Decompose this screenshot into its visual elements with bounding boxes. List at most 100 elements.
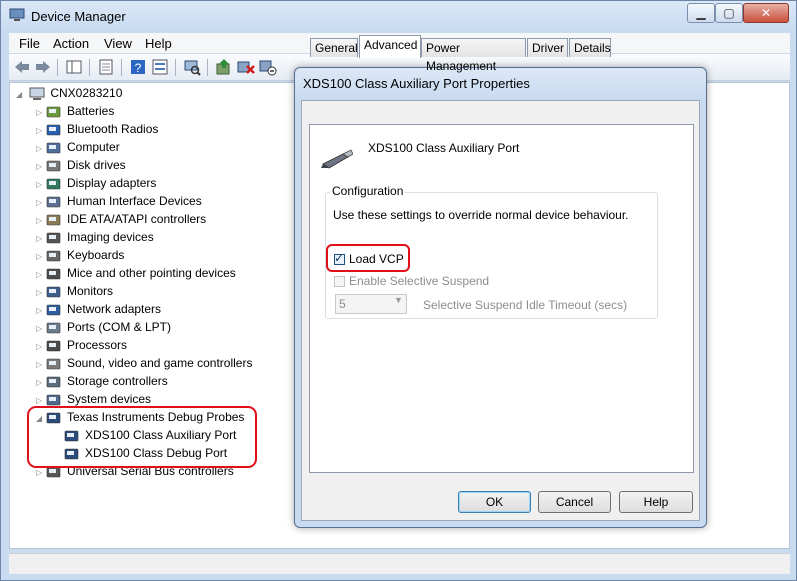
menu-action[interactable]: Action (53, 36, 89, 51)
tree-category-label: Imaging devices (67, 230, 154, 244)
tree-category[interactable]: ▷ Network adapters (36, 300, 161, 318)
tree-category[interactable]: ▷ Computer (36, 138, 120, 156)
annotation-highlight-ti-probes (27, 406, 257, 468)
tree-category-label: Monitors (67, 284, 114, 298)
tree-category[interactable]: ▷ Disk drives (36, 156, 126, 174)
tree-category-label: Sound, video and game controllers (67, 356, 253, 370)
configuration-description: Use these settings to override normal de… (333, 208, 629, 222)
configuration-group-label: Configuration (330, 184, 406, 198)
menu-view[interactable]: View (104, 36, 132, 51)
tree-root[interactable]: ◢ CNX0283210 (16, 84, 122, 102)
tree-category-label: Human Interface Devices (67, 194, 202, 208)
tree-category[interactable]: ▷ Processors (36, 336, 127, 354)
tree-category-label: Computer (67, 140, 120, 154)
tree-category-label: System devices (67, 392, 152, 406)
tree-category[interactable]: ▷ Monitors (36, 282, 113, 300)
speaker-icon (46, 357, 62, 371)
keyboard-icon (46, 249, 62, 263)
network-icon (46, 303, 62, 317)
tab-details[interactable]: Details (569, 38, 611, 57)
show-hide-console-tree-icon[interactable] (65, 58, 83, 76)
storage-icon (46, 375, 62, 389)
disable-device-icon[interactable] (259, 58, 277, 76)
menu-help[interactable]: Help (145, 36, 172, 51)
annotation-highlight-load-vcp (326, 244, 410, 272)
chevron-down-icon: ▼ (394, 295, 403, 305)
scan-hardware-icon[interactable] (183, 58, 201, 76)
tree-category[interactable]: ▷ Mice and other pointing devices (36, 264, 236, 282)
help-button[interactable]: Help (619, 491, 693, 513)
dialog-title: XDS100 Class Auxiliary Port Properties (303, 76, 530, 91)
tab-driver[interactable]: Driver (527, 38, 568, 57)
tab-advanced[interactable]: Advanced (359, 35, 421, 58)
update-driver-icon[interactable] (215, 58, 233, 76)
tree-category[interactable]: ▷ IDE ATA/ATAPI controllers (36, 210, 206, 228)
computer-icon (29, 87, 45, 101)
view-list-icon[interactable] (151, 58, 169, 76)
cancel-button[interactable]: Cancel (538, 491, 611, 513)
tree-category-label: Batteries (67, 104, 115, 118)
ide-controller-icon (46, 213, 62, 227)
bluetooth-icon (46, 123, 62, 137)
status-bar (9, 553, 790, 574)
selective-suspend-checkbox[interactable] (334, 276, 345, 287)
tree-category[interactable]: ▷ Sound, video and game controllers (36, 354, 252, 372)
tree-category[interactable]: ▷ Ports (COM & LPT) (36, 318, 171, 336)
tree-category-label: Storage controllers (67, 374, 168, 388)
tree-category-label: Network adapters (67, 302, 162, 316)
tree-category[interactable]: ▷ Storage controllers (36, 372, 168, 390)
svg-text:?: ? (135, 61, 142, 75)
maximize-button[interactable]: ▢ (715, 3, 743, 23)
tree-category-label: Bluetooth Radios (67, 122, 159, 136)
idle-timeout-label: Selective Suspend Idle Timeout (secs) (423, 298, 628, 312)
device-manager-icon (9, 8, 25, 21)
toolbar-separator (57, 59, 58, 76)
tree-category[interactable]: ▷ Human Interface Devices (36, 192, 202, 210)
toolbar-separator (207, 59, 208, 76)
tree-category-label: Disk drives (67, 158, 126, 172)
title-bar[interactable]: Device Manager ▁ ▢ ✕ (1, 1, 796, 33)
hid-icon (46, 195, 62, 209)
battery-icon (46, 105, 62, 119)
tree-category-label: Processors (67, 338, 128, 352)
processor-icon (46, 339, 62, 353)
tree-category[interactable]: ▷ Display adapters (36, 174, 156, 192)
forward-arrow-icon[interactable] (34, 58, 52, 76)
close-button[interactable]: ✕ (743, 3, 789, 23)
tree-category-label: IDE ATA/ATAPI controllers (67, 212, 207, 226)
mouse-icon (46, 267, 62, 281)
camera-icon (46, 231, 62, 245)
tree-category-label: Mice and other pointing devices (67, 266, 236, 280)
port-icon (46, 321, 62, 335)
window-title: Device Manager (31, 9, 126, 24)
help-icon[interactable]: ? (129, 58, 147, 76)
toolbar-separator (175, 59, 176, 76)
monitor-icon (46, 285, 62, 299)
tree-category-label: Ports (COM & LPT) (67, 320, 172, 334)
ok-button[interactable]: OK (458, 491, 531, 513)
device-name: XDS100 Class Auxiliary Port (368, 141, 520, 155)
tree-root-label: CNX0283210 (50, 86, 123, 100)
minimize-button[interactable]: ▁ (687, 3, 715, 23)
tab-power-management[interactable]: Power Management (421, 38, 526, 73)
tree-category-label: Display adapters (67, 176, 157, 190)
tree-category[interactable]: ▷ Batteries (36, 102, 114, 120)
properties-icon[interactable] (97, 58, 115, 76)
computer-icon (46, 141, 62, 155)
toolbar-separator (89, 59, 90, 76)
back-arrow-icon[interactable] (13, 58, 31, 76)
toolbar-separator (121, 59, 122, 76)
tree-category[interactable]: ▷ Bluetooth Radios (36, 120, 158, 138)
tree-category[interactable]: ▷ Imaging devices (36, 228, 154, 246)
tab-general[interactable]: General (310, 38, 358, 57)
tree-category[interactable]: ▷ Keyboards (36, 246, 124, 264)
usb-connector-icon (321, 149, 353, 169)
collapse-arrow-icon[interactable]: ◢ (16, 86, 26, 104)
display-adapter-icon (46, 177, 62, 191)
tree-category-label: Keyboards (67, 248, 125, 262)
selective-suspend-label: Enable Selective Suspend (349, 274, 490, 288)
system-device-icon (46, 393, 62, 407)
disk-drive-icon (46, 159, 62, 173)
menu-file[interactable]: File (19, 36, 40, 51)
uninstall-icon[interactable] (237, 58, 255, 76)
